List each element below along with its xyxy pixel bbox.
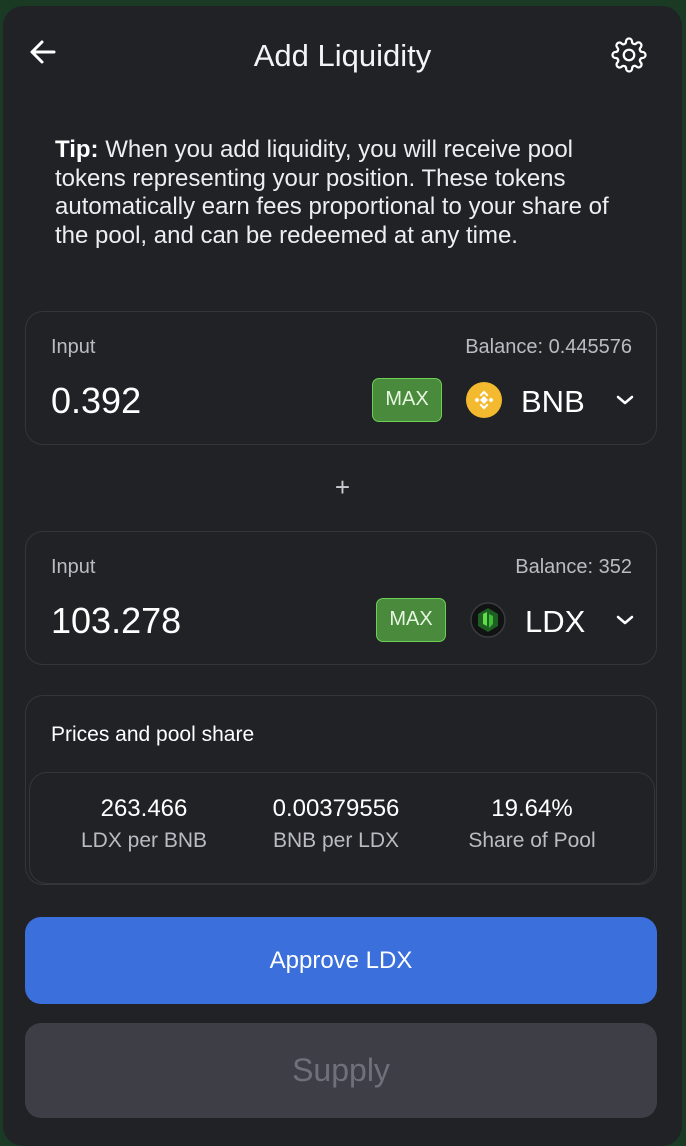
- max-button[interactable]: MAX: [372, 378, 442, 422]
- balance-text: Balance: 352: [515, 556, 632, 578]
- prices-title: Prices and pool share: [51, 723, 255, 746]
- settings-button[interactable]: [611, 37, 647, 73]
- token-symbol: LDX: [525, 604, 586, 639]
- plus-separator: +: [334, 472, 351, 502]
- price-label: LDX per BNB: [80, 829, 208, 852]
- approve-button[interactable]: Approve LDX: [25, 917, 657, 1004]
- balance-text: Balance: 0.445576: [465, 336, 632, 358]
- max-button[interactable]: MAX: [376, 598, 446, 642]
- token-select-bnb[interactable]: BNB: [466, 372, 636, 428]
- price-label: BNB per LDX: [272, 829, 400, 852]
- chevron-down-icon: [616, 615, 634, 625]
- chevron-down-icon: [616, 395, 634, 405]
- input-label: Input: [51, 556, 96, 578]
- tip-label: Tip:: [55, 136, 99, 163]
- token-symbol: BNB: [521, 384, 585, 419]
- amount-input-bnb[interactable]: [51, 380, 351, 422]
- input-label: Input: [51, 336, 96, 358]
- price-value: 263.466: [100, 795, 188, 822]
- input-panel-bnb: Input Balance: 0.445576 MAX BNB: [25, 311, 657, 445]
- price-item-bnb-per-ldx: 0.00379556 BNB per LDX: [246, 795, 426, 853]
- amount-input-ldx[interactable]: [51, 600, 351, 642]
- add-liquidity-card: Add Liquidity Tip: When you add liquidit…: [3, 6, 682, 1146]
- gear-icon: [611, 37, 647, 73]
- page-title: Add Liquidity: [253, 38, 432, 73]
- input-panel-ldx: Input Balance: 352 MAX LDX: [25, 531, 657, 665]
- header: Add Liquidity: [3, 6, 682, 106]
- price-value: 0.00379556: [272, 795, 400, 822]
- tip-text: Tip: When you add liquidity, you will re…: [55, 136, 645, 250]
- price-item-ldx-per-bnb: 263.466 LDX per BNB: [54, 795, 234, 853]
- bnb-token-icon: [466, 382, 502, 418]
- prices-grid: 263.466 LDX per BNB 0.00379556 BNB per L…: [29, 772, 655, 884]
- supply-button: Supply: [25, 1023, 657, 1118]
- token-select-ldx[interactable]: LDX: [470, 592, 636, 648]
- price-value: 19.64%: [491, 795, 573, 822]
- ldx-token-icon: [470, 602, 506, 638]
- prices-panel: Prices and pool share 263.466 LDX per BN…: [25, 695, 657, 885]
- price-label: Share of Pool: [468, 829, 596, 852]
- price-item-share-of-pool: 19.64% Share of Pool: [442, 795, 622, 853]
- tip-body: When you add liquidity, you will receive…: [55, 136, 609, 249]
